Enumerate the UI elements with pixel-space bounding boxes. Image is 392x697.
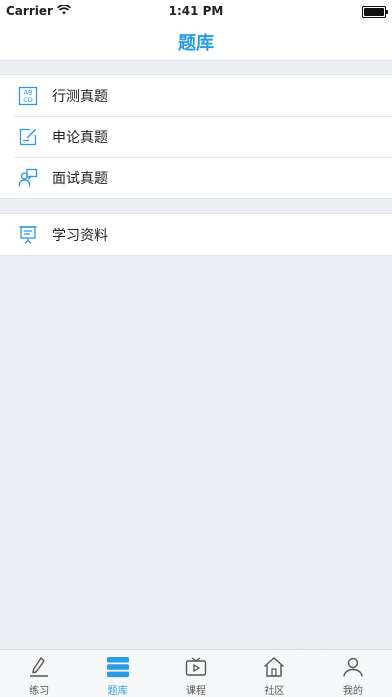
menu-item-xingce[interactable]: AB CD 行测真题	[0, 75, 392, 116]
menu-item-label: 申论真题	[52, 129, 108, 146]
stack-icon	[105, 654, 131, 680]
pen-icon	[26, 654, 52, 680]
abcd-quiz-icon: AB CD	[17, 85, 39, 107]
menu-item-label: 面试真题	[52, 170, 108, 187]
tab-bar: 练习 题库 课程 社区 我的	[0, 649, 392, 697]
essay-edit-icon	[17, 126, 39, 148]
person-icon	[340, 654, 366, 680]
tab-community[interactable]: 社区	[235, 650, 313, 697]
study-materials-group: 学习资料	[0, 213, 392, 256]
menu-item-mianshi[interactable]: 面试真题	[0, 157, 392, 198]
presentation-board-icon	[17, 224, 39, 246]
tab-label: 社区	[264, 686, 285, 697]
status-time: 1:41 PM	[168, 4, 224, 18]
menu-item-label: 学习资料	[52, 227, 108, 244]
tab-label: 练习	[29, 686, 50, 697]
tab-question-bank[interactable]: 题库	[78, 650, 156, 697]
question-bank-group: AB CD 行测真题 申论真题 面试真题	[0, 74, 392, 199]
tv-play-icon	[183, 654, 209, 680]
menu-item-label: 行测真题	[52, 88, 108, 105]
tab-courses[interactable]: 课程	[157, 650, 235, 697]
battery-icon	[362, 6, 388, 18]
tab-practice[interactable]: 练习	[0, 650, 78, 697]
page-title: 题库	[178, 33, 214, 54]
house-icon	[261, 654, 287, 680]
status-bar: Carrier 1:41 PM	[0, 0, 392, 22]
interview-icon	[17, 167, 39, 189]
tab-profile[interactable]: 我的	[314, 650, 392, 697]
svg-text:CD: CD	[23, 96, 33, 104]
menu-item-study-materials[interactable]: 学习资料	[0, 214, 392, 255]
tab-label: 我的	[342, 686, 363, 697]
tab-label: 课程	[186, 686, 207, 697]
menu-item-shenlun[interactable]: 申论真题	[0, 116, 392, 157]
tab-label: 题库	[107, 686, 128, 697]
navigation-bar: 题库	[0, 22, 392, 61]
